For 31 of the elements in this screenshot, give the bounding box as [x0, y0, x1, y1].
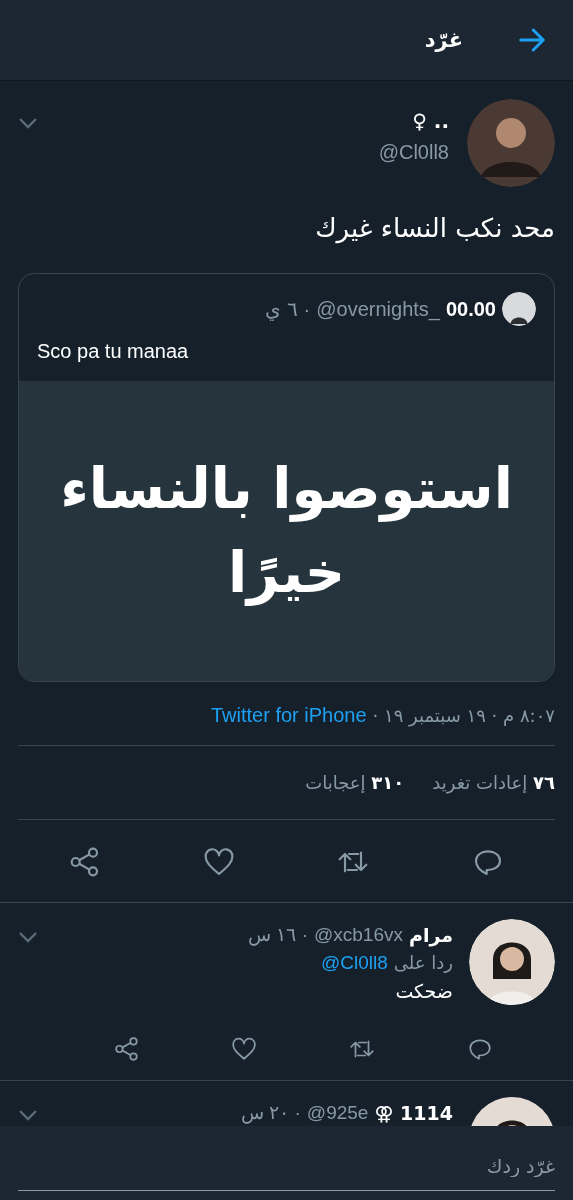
- user-name: .. ♀: [411, 109, 449, 133]
- reply-text: ضحكت: [394, 980, 453, 1002]
- heart-icon[interactable]: [202, 846, 235, 878]
- quoted-text: Sco pa tu manaa: [36, 339, 190, 364]
- tweet-text: محد نكب النساء غيرك: [314, 213, 555, 243]
- user-name: 1114 ⚢: [374, 1101, 453, 1124]
- reply-input-field[interactable]: غرّد ردك: [0, 1126, 573, 1200]
- quoted-user-name: 00.00: [445, 297, 496, 321]
- chevron-down-icon[interactable]: [18, 117, 38, 129]
- back-arrow-icon[interactable]: [517, 25, 547, 55]
- mention-link[interactable]: @Cl0ll8: [321, 952, 388, 974]
- chevron-down-icon[interactable]: [18, 931, 38, 943]
- share-icon[interactable]: [68, 846, 101, 878]
- stat-count[interactable]: ٧٦ إعادات تغريد: [432, 772, 555, 793]
- stat-count[interactable]: ٣١٠ إعجابات: [305, 772, 405, 793]
- user-name: مرام: [408, 923, 453, 946]
- reply-time: · ٢٠ س: [240, 1101, 301, 1124]
- share-icon[interactable]: [114, 1036, 140, 1062]
- page-title: غرّد: [424, 28, 463, 52]
- quoted-time: · ٦ ي: [265, 297, 311, 321]
- reply-to-label: ردا على: [393, 952, 453, 974]
- reply-time: · ١٦ س: [248, 923, 308, 946]
- user-handle: @925e: [306, 1101, 369, 1124]
- heart-icon[interactable]: [231, 1036, 257, 1062]
- image-text: استوصوا بالنساء خيرًا: [59, 455, 514, 608]
- tweet-timestamp: ٨:٠٧ م · ١٩ سبتمبر ١٩ ·: [372, 705, 555, 726]
- user-handle: @xcb16vx: [313, 923, 403, 946]
- user-handle: @Cl0ll8: [378, 141, 449, 164]
- source-link[interactable]: Twitter for iPhone: [210, 704, 367, 727]
- quoted-user-handle: @overnights_: [316, 297, 440, 321]
- chevron-down-icon[interactable]: [18, 1109, 38, 1121]
